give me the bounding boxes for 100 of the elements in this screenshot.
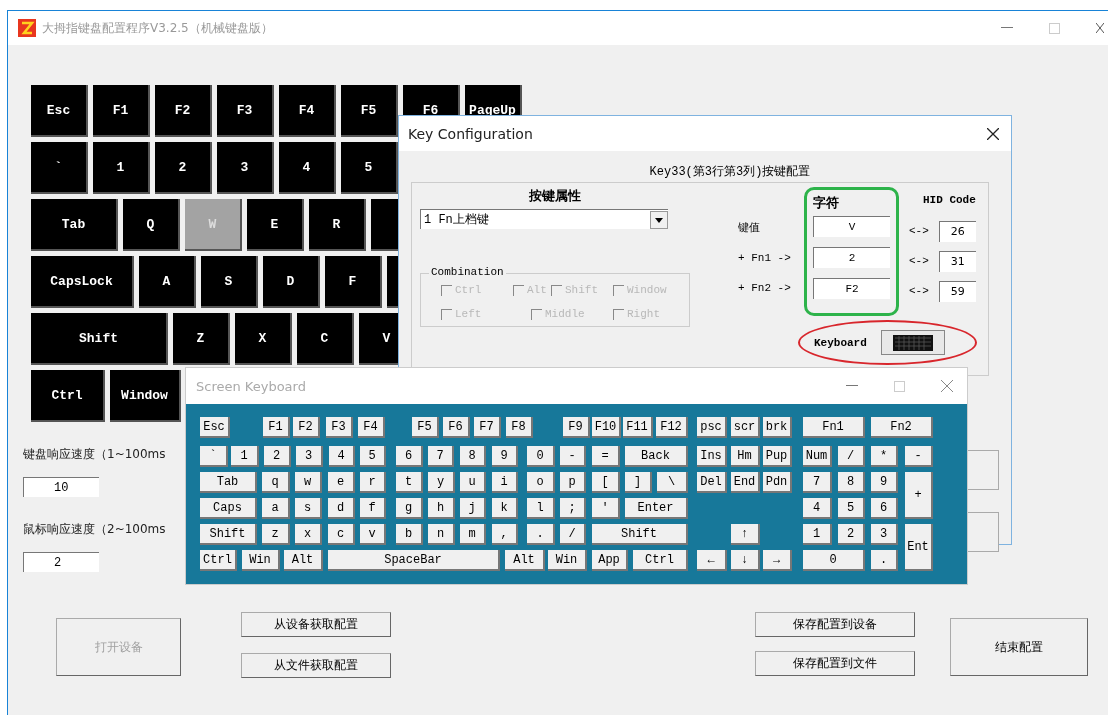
keyboard-key[interactable]: C (297, 313, 354, 365)
input-field[interactable]: 10 (23, 477, 99, 497)
keyboard-key[interactable]: brk (763, 417, 792, 438)
keyboard-key[interactable]: F11 (623, 417, 653, 438)
keyboard-key[interactable]: Ins (697, 446, 727, 467)
keyboard-key[interactable]: o (527, 472, 555, 493)
keyboard-key[interactable]: psc (697, 417, 727, 438)
keyboard-key[interactable]: ' (592, 498, 620, 519)
keyboard-key[interactable]: Alt (284, 550, 323, 571)
keyboard-key[interactable]: ; (560, 498, 586, 519)
keyboard-key[interactable]: 2 (264, 446, 291, 467)
keyboard-key[interactable]: . (527, 524, 555, 545)
keyboard-key[interactable]: Enter (625, 498, 688, 519)
attribute-dropdown[interactable]: 1 Fn上档键 (420, 209, 668, 229)
keyboard-key[interactable]: n (428, 524, 455, 545)
keyboard-key[interactable]: F8 (506, 417, 533, 438)
keyboard-key[interactable]: 5 (838, 498, 865, 519)
keyboard-key[interactable]: Fn1 (803, 417, 865, 438)
keyboard-key[interactable]: F4 (358, 417, 385, 438)
keyboard-key[interactable]: R (309, 199, 366, 251)
keyboard-key[interactable]: 7 (803, 472, 832, 493)
keyboard-key[interactable]: F3 (326, 417, 353, 438)
keyboard-key[interactable]: g (396, 498, 423, 519)
keyboard-key[interactable]: CapsLock (31, 256, 134, 308)
keyboard-key[interactable]: . (871, 550, 898, 571)
keyboard-key[interactable]: F4 (279, 85, 336, 137)
keyboard-key[interactable]: p (560, 472, 586, 493)
keyboard-key[interactable]: Num (803, 446, 832, 467)
keyboard-key[interactable]: Caps (200, 498, 257, 519)
keyboard-key[interactable]: Alt (505, 550, 545, 571)
keyboard-key[interactable]: l (527, 498, 555, 519)
keyboard-key[interactable]: 4 (279, 142, 336, 194)
keyboard-key[interactable]: / (560, 524, 586, 545)
keyboard-key[interactable]: ` (200, 446, 228, 467)
keyboard-key[interactable]: X (235, 313, 292, 365)
keyboard-key[interactable]: 1 (231, 446, 259, 467)
keyboard-key[interactable]: 7 (428, 446, 454, 467)
minimize-icon[interactable] (1001, 27, 1013, 29)
keyboard-key[interactable]: + (905, 472, 933, 519)
keyboard-key[interactable]: F12 (656, 417, 688, 438)
keyboard-key[interactable]: a (262, 498, 290, 519)
keyboard-key[interactable]: [ (592, 472, 620, 493)
keyboard-key[interactable]: t (396, 472, 423, 493)
keyboard-key[interactable]: S (201, 256, 258, 308)
keyboard-key[interactable]: 0 (527, 446, 555, 467)
keyboard-key[interactable]: F7 (474, 417, 501, 438)
keyboard-key[interactable]: 6 (396, 446, 423, 467)
char-field[interactable]: V (813, 216, 890, 237)
keyboard-key[interactable]: F (325, 256, 382, 308)
keyboard-key[interactable]: z (262, 524, 290, 545)
keyboard-key[interactable]: 3 (296, 446, 323, 467)
keyboard-key[interactable]: * (871, 446, 898, 467)
action-button[interactable]: 从设备获取配置 (241, 612, 391, 637)
keyboard-key[interactable]: q (262, 472, 290, 493)
keyboard-key[interactable]: h (428, 498, 455, 519)
hid-field[interactable]: 59 (938, 280, 976, 302)
keyboard-key[interactable]: Tab (200, 472, 257, 493)
keyboard-key[interactable]: Esc (31, 85, 88, 137)
keyboard-key[interactable]: ← (697, 550, 727, 571)
minimize-icon[interactable] (846, 385, 858, 387)
keyboard-key[interactable]: Shift (31, 313, 168, 365)
keyboard-key[interactable]: Back (625, 446, 688, 467)
keyboard-key[interactable]: End (731, 472, 760, 493)
keyboard-key[interactable]: k (492, 498, 518, 519)
keyboard-key[interactable]: SpaceBar (328, 550, 500, 571)
keyboard-key[interactable]: Ctrl (200, 550, 237, 571)
keyboard-key[interactable]: / (838, 446, 865, 467)
keyboard-key[interactable]: Hm (731, 446, 760, 467)
keyboard-key[interactable]: 4 (329, 446, 355, 467)
keyboard-key[interactable]: 0 (803, 550, 865, 571)
keyboard-key[interactable]: c (328, 524, 355, 545)
keyboard-key[interactable]: ↓ (731, 550, 760, 571)
keyboard-key[interactable]: F6 (443, 417, 470, 438)
keyboard-key[interactable]: Z (173, 313, 230, 365)
keyboard-key[interactable]: F5 (412, 417, 439, 438)
keyboard-key[interactable]: Ctrl (633, 550, 688, 571)
keyboard-key[interactable]: F2 (293, 417, 320, 438)
action-button[interactable]: 从文件获取配置 (241, 653, 391, 678)
keyboard-key[interactable]: Ctrl (31, 370, 105, 422)
keyboard-key[interactable]: w (295, 472, 322, 493)
keyboard-key[interactable]: b (396, 524, 423, 545)
keyboard-key[interactable]: F2 (155, 85, 212, 137)
keyboard-key[interactable]: E (247, 199, 304, 251)
keyboard-key[interactable]: → (763, 550, 792, 571)
keyboard-key[interactable]: \ (657, 472, 688, 493)
keyboard-key[interactable]: F1 (263, 417, 290, 438)
keyboard-key[interactable]: , (492, 524, 518, 545)
keyboard-button[interactable] (880, 330, 945, 355)
action-button[interactable]: 结束配置 (950, 618, 1088, 676)
keyboard-key[interactable]: Fn2 (871, 417, 933, 438)
keyboard-key[interactable]: v (360, 524, 386, 545)
hid-field[interactable]: 26 (938, 220, 976, 242)
keyboard-key[interactable]: = (592, 446, 620, 467)
keyboard-key[interactable]: F5 (341, 85, 398, 137)
keyboard-key[interactable]: ↑ (731, 524, 760, 545)
keyboard-key[interactable]: 6 (871, 498, 898, 519)
keyboard-key[interactable]: Shift (592, 524, 688, 545)
keyboard-key[interactable]: e (328, 472, 355, 493)
keyboard-key[interactable]: r (360, 472, 386, 493)
keyboard-key[interactable]: f (360, 498, 386, 519)
